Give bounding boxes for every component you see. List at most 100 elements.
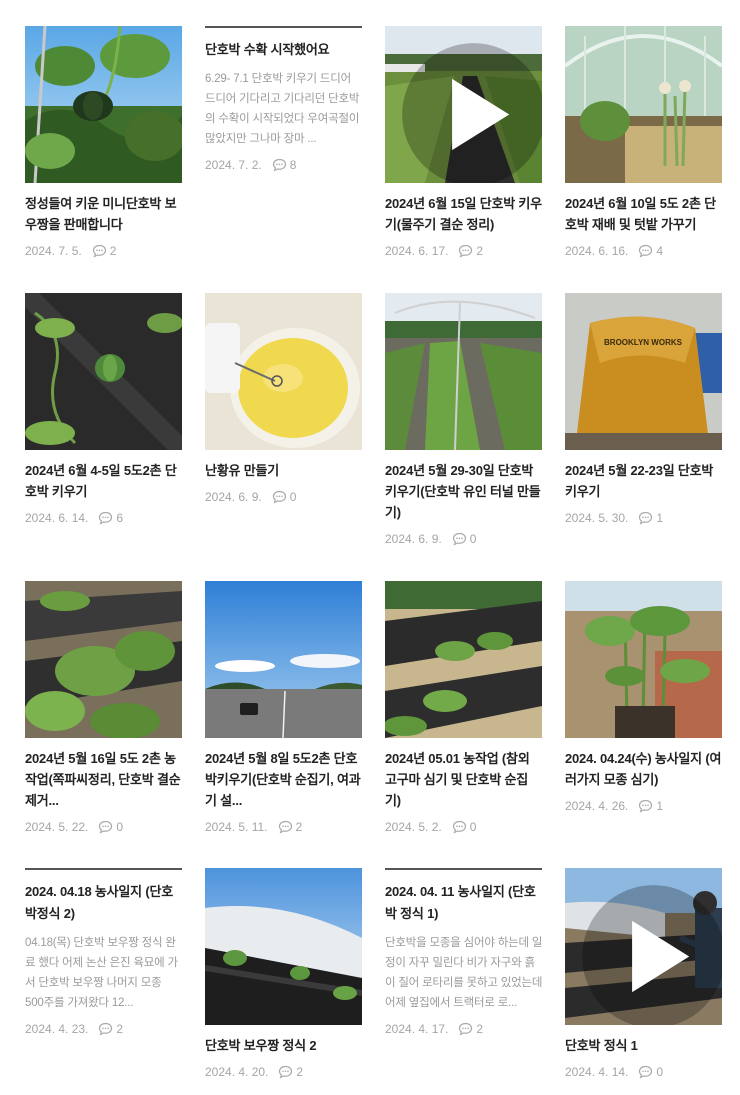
post-card[interactable]: 2024. 04. 11 농사일지 (단호박 정식 1) 단호박을 모종을 심어…: [385, 868, 543, 1039]
play-icon: [402, 43, 542, 183]
post-thumbnail[interactable]: [205, 868, 362, 1025]
comment-icon: [279, 1065, 293, 1079]
post-thumbnail[interactable]: [565, 581, 722, 738]
post-card[interactable]: 난황유 만들기 2024. 6. 9. 0: [205, 293, 363, 507]
divider: [385, 868, 542, 870]
comment-count: 2: [116, 1022, 124, 1036]
comment-count: 0: [469, 532, 477, 546]
post-title[interactable]: 2024년 5월 22-23일 단호박 키우기: [565, 460, 723, 502]
post-date: 2024. 6. 14.: [25, 511, 89, 525]
post-thumbnail[interactable]: [25, 293, 182, 450]
post-card[interactable]: 2024년 6월 10일 5도 2촌 단호박 재배 및 텃밭 가꾸기 2024.…: [565, 26, 723, 261]
post-date: 2024. 7. 2.: [205, 158, 262, 172]
post-meta: 2024. 7. 2. 8: [205, 155, 363, 175]
post-card[interactable]: 단호박 정식 1 2024. 4. 14. 0: [565, 868, 723, 1082]
comment-icon: [99, 1022, 113, 1036]
post-grid: 정성들여 키운 미니단호박 보우짱을 판매합니다 2024. 7. 5. 2 단…: [0, 0, 740, 1095]
post-meta: 2024. 5. 30. 1: [565, 508, 723, 528]
post-date: 2024. 7. 5.: [25, 244, 82, 258]
post-title[interactable]: 2024. 04. 11 농사일지 (단호박 정식 1): [385, 881, 543, 925]
comment-count: 2: [295, 820, 303, 834]
post-excerpt: 04.18(목) 단호박 보우짱 정식 완료 했다 어제 논산 은진 육묘에 가…: [25, 937, 178, 1009]
comment-count: 0: [469, 820, 477, 834]
post-meta: 2024. 7. 5. 2: [25, 241, 183, 261]
comment-count: 0: [656, 1065, 664, 1079]
post-card[interactable]: 2024년 6월 4-5일 5도2촌 단호박 키우기 2024. 6. 14. …: [25, 293, 183, 528]
post-meta: 2024. 4. 14. 0: [565, 1062, 723, 1082]
post-date: 2024. 4. 26.: [565, 799, 629, 813]
comment-icon: [639, 1065, 653, 1079]
post-card[interactable]: 2024년 5월 8일 5도2촌 단호박키우기(단호박 순집기, 여과기 설..…: [205, 581, 363, 837]
post-thumbnail[interactable]: [205, 293, 362, 450]
comment-count: 6: [116, 511, 124, 525]
post-meta: 2024. 6. 14. 6: [25, 508, 183, 528]
post-card[interactable]: 2024. 04.24(수) 농사일지 (여러가지 모종 심기) 2024. 4…: [565, 581, 723, 816]
post-meta: 2024. 5. 2. 0: [385, 817, 543, 837]
post-thumbnail[interactable]: [385, 581, 542, 738]
comment-icon: [99, 511, 113, 525]
comment-icon: [278, 820, 292, 834]
post-card[interactable]: 단호박 수확 시작했어요 6.29- 7.1 단호박 키우기 드디어 드디어 기…: [205, 26, 363, 175]
comment-count: 2: [476, 1022, 484, 1036]
post-title[interactable]: 2024년 6월 15일 단호박 키우기(물주기 결순 정리): [385, 193, 543, 235]
post-excerpt: 6.29- 7.1 단호박 키우기 드디어 드디어 기다리고 기다리던 단호박의…: [205, 73, 360, 145]
post-meta: 2024. 6. 9. 0: [385, 529, 543, 549]
post-date: 2024. 4. 23.: [25, 1022, 89, 1036]
post-thumbnail[interactable]: [385, 26, 542, 183]
comment-count: 8: [289, 158, 297, 172]
post-thumbnail[interactable]: [385, 293, 542, 450]
post-title[interactable]: 2024년 5월 16일 5도 2촌 농작업(쪽파씨정리, 단호박 결순 제거.…: [25, 748, 183, 811]
post-thumbnail[interactable]: [25, 26, 182, 183]
comment-count: 1: [656, 511, 664, 525]
post-title[interactable]: 2024. 04.18 농사일지 (단호박정식 2): [25, 881, 183, 925]
post-card[interactable]: 2024년 6월 15일 단호박 키우기(물주기 결순 정리) 2024. 6.…: [385, 26, 543, 261]
post-title[interactable]: 단호박 보우짱 정식 2: [205, 1035, 363, 1056]
post-date: 2024. 6. 17.: [385, 244, 449, 258]
post-date: 2024. 5. 22.: [25, 820, 89, 834]
post-thumbnail[interactable]: [565, 868, 722, 1025]
comment-icon: [99, 820, 113, 834]
post-title[interactable]: 2024년 6월 4-5일 5도2촌 단호박 키우기: [25, 460, 183, 502]
post-meta: 2024. 4. 17. 2: [385, 1019, 543, 1039]
comment-count: 0: [289, 490, 297, 504]
tent-label: BROOKLYN WORKS: [604, 338, 683, 347]
post-card[interactable]: 2024년 05.01 농작업 (참외 고구마 심기 및 단호박 순집기) 20…: [385, 581, 543, 837]
post-thumbnail[interactable]: [565, 26, 722, 183]
post-title[interactable]: 정성들여 키운 미니단호박 보우짱을 판매합니다: [25, 193, 183, 235]
post-title[interactable]: 단호박 정식 1: [565, 1035, 723, 1056]
post-title[interactable]: 2024년 5월 29-30일 단호박 키우기(단호박 유인 터널 만들기): [385, 460, 543, 523]
post-date: 2024. 6. 9.: [205, 490, 262, 504]
comment-count: 4: [656, 244, 664, 258]
post-meta: 2024. 4. 23. 2: [25, 1019, 183, 1039]
post-meta: 2024. 4. 20. 2: [205, 1062, 363, 1082]
post-card[interactable]: 2024년 5월 29-30일 단호박 키우기(단호박 유인 터널 만들기) 2…: [385, 293, 543, 549]
post-title[interactable]: 2024년 05.01 농작업 (참외 고구마 심기 및 단호박 순집기): [385, 748, 543, 811]
post-title[interactable]: 난황유 만들기: [205, 460, 363, 481]
post-card[interactable]: BROOKLYN WORKS 2024년 5월 22-23일 단호박 키우기 2…: [565, 293, 723, 528]
post-title[interactable]: 단호박 수확 시작했어요: [205, 39, 363, 61]
comment-count: 1: [656, 799, 664, 813]
post-card[interactable]: 2024년 5월 16일 5도 2촌 농작업(쪽파씨정리, 단호박 결순 제거.…: [25, 581, 183, 837]
comment-icon: [452, 532, 466, 546]
post-date: 2024. 5. 2.: [385, 820, 442, 834]
comment-count: 0: [116, 820, 124, 834]
post-title[interactable]: 2024. 04.24(수) 농사일지 (여러가지 모종 심기): [565, 748, 723, 790]
comment-icon: [639, 799, 653, 813]
post-thumbnail[interactable]: [205, 581, 362, 738]
post-card[interactable]: 정성들여 키운 미니단호박 보우짱을 판매합니다 2024. 7. 5. 2: [25, 26, 183, 261]
post-date: 2024. 4. 20.: [205, 1065, 269, 1079]
post-card[interactable]: 2024. 04.18 농사일지 (단호박정식 2) 04.18(목) 단호박 …: [25, 868, 183, 1039]
comment-count: 2: [109, 244, 117, 258]
divider: [25, 868, 182, 870]
post-thumbnail[interactable]: BROOKLYN WORKS: [565, 293, 722, 450]
post-card[interactable]: 단호박 보우짱 정식 2 2024. 4. 20. 2: [205, 868, 363, 1082]
post-title[interactable]: 2024년 5월 8일 5도2촌 단호박키우기(단호박 순집기, 여과기 설..…: [205, 748, 363, 811]
post-title[interactable]: 2024년 6월 10일 5도 2촌 단호박 재배 및 텃밭 가꾸기: [565, 193, 723, 235]
post-thumbnail[interactable]: [25, 581, 182, 738]
comment-count: 2: [476, 244, 484, 258]
post-date: 2024. 4. 14.: [565, 1065, 629, 1079]
comment-icon: [639, 244, 653, 258]
comment-icon: [459, 244, 473, 258]
post-meta: 2024. 6. 9. 0: [205, 487, 363, 507]
post-date: 2024. 6. 16.: [565, 244, 629, 258]
